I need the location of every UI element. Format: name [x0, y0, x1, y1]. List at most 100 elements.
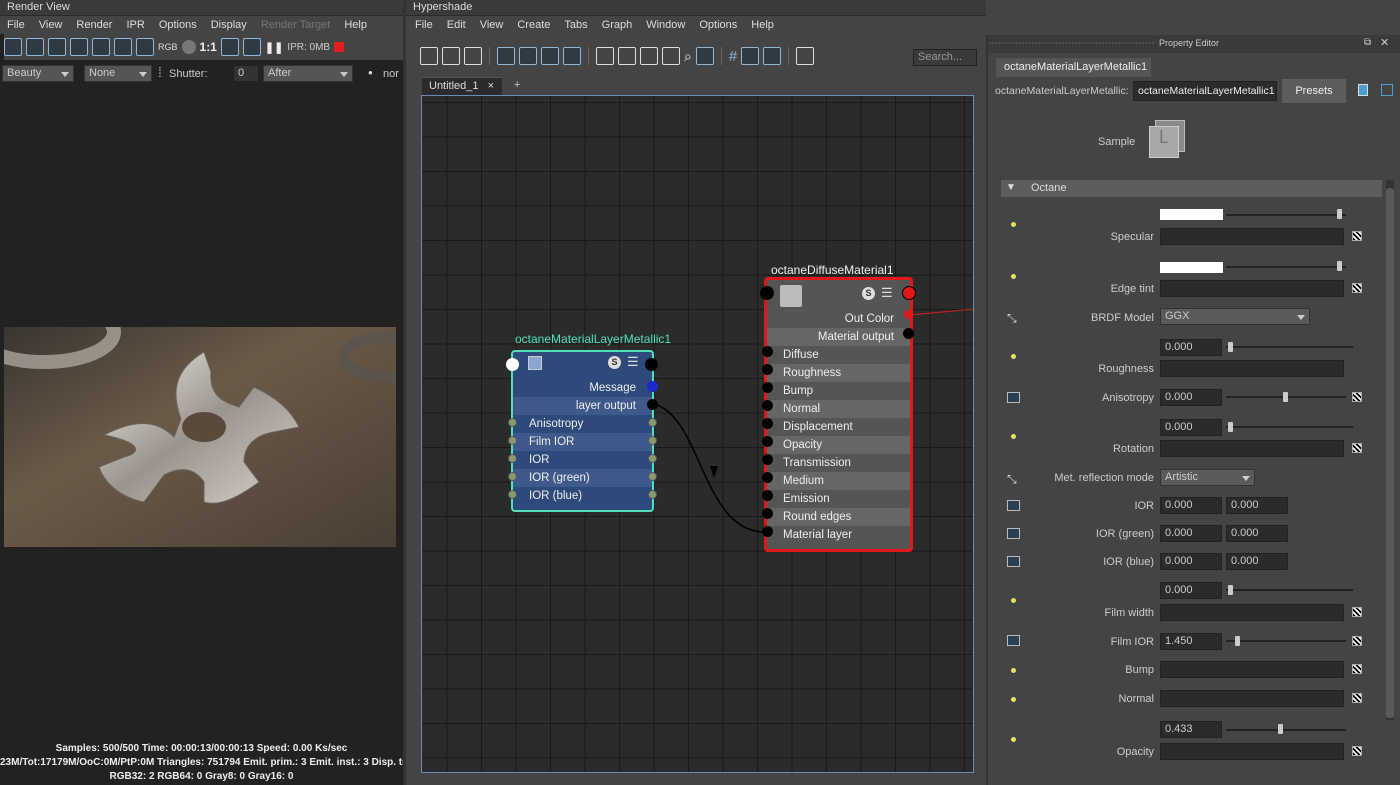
shutter-input[interactable]: 0	[233, 65, 259, 82]
attr-diffuse[interactable]: Diffuse	[767, 346, 910, 364]
specular-slider-knob[interactable]	[1337, 209, 1342, 219]
attr-material-layer[interactable]: Material layer	[767, 526, 910, 544]
edge-tint-map-field[interactable]	[1160, 280, 1344, 297]
add-tab-button[interactable]: +	[514, 79, 520, 91]
diffuse-output-port[interactable]	[902, 286, 916, 300]
ior-green-value-a[interactable]: 0.000	[1160, 525, 1222, 542]
edge-tint-map-button[interactable]	[1352, 283, 1362, 293]
io-connections-icon[interactable]	[442, 47, 460, 65]
remove-selected-icon[interactable]	[519, 47, 537, 65]
normal-map-field[interactable]	[1160, 690, 1344, 707]
alpha-channel-icon[interactable]	[181, 40, 196, 54]
attr-normal[interactable]: Normal	[767, 400, 910, 418]
ior-value-a[interactable]: 0.000	[1160, 497, 1222, 514]
render-icon[interactable]	[26, 38, 44, 56]
menu-help[interactable]: Help	[337, 19, 374, 31]
rearrange-graph-icon[interactable]	[563, 47, 581, 65]
specular-map-button[interactable]	[1352, 231, 1362, 241]
output-connections-icon[interactable]	[464, 47, 482, 65]
diffuse-input-port[interactable]	[760, 286, 774, 300]
render-region-icon[interactable]	[4, 38, 22, 56]
film-width-map-field[interactable]	[1160, 604, 1344, 621]
snapshot-icon[interactable]	[48, 38, 66, 56]
ior-in-port[interactable]	[508, 454, 517, 463]
attr-ior-green[interactable]: IOR (green)	[513, 469, 652, 487]
attr-medium[interactable]: Medium	[767, 472, 910, 490]
diffuse-node-title[interactable]: octaneDiffuseMaterial1	[771, 263, 894, 277]
specular-map-field[interactable]	[1160, 228, 1344, 245]
opacity-slider[interactable]	[1226, 729, 1346, 731]
ior-green-in-port[interactable]	[508, 472, 517, 481]
diffuse-shader-s-icon[interactable]: S	[862, 287, 875, 300]
hs-menu-window[interactable]: Window	[639, 19, 692, 31]
diffuse-node[interactable]: S ☰ Out Color Material output Diffuse Ro…	[764, 277, 913, 552]
simple-mode-icon[interactable]	[596, 47, 614, 65]
ratio-button[interactable]: 1:1	[200, 40, 217, 54]
full-mode-icon[interactable]	[640, 47, 658, 65]
show-attr-icon[interactable]	[1358, 84, 1368, 96]
attr-displacement[interactable]: Displacement	[767, 418, 910, 436]
anisotropy-out-port[interactable]	[648, 418, 657, 427]
attr-anisotropy[interactable]: Anisotropy	[513, 415, 652, 433]
connected-mode-icon[interactable]	[618, 47, 636, 65]
tab-untitled[interactable]: Untitled_1 ×	[422, 77, 502, 95]
frame-image-icon[interactable]	[220, 38, 239, 56]
snap-icon[interactable]	[741, 47, 760, 65]
after-select[interactable]: After	[263, 65, 353, 82]
material-output-port[interactable]	[903, 328, 914, 339]
octane-section-header[interactable]: ▼ Octane	[1001, 180, 1382, 197]
film-width-map-button[interactable]	[1352, 607, 1362, 617]
attr-ior[interactable]: IOR	[513, 451, 652, 469]
film-width-slider[interactable]	[1226, 589, 1353, 591]
panel-splitter[interactable]	[986, 35, 988, 785]
metallic-output-port[interactable]	[645, 358, 658, 371]
attr-film-ior[interactable]: Film IOR	[513, 433, 652, 451]
ipr-render-icon[interactable]	[92, 38, 110, 56]
compare-select[interactable]: None	[84, 65, 152, 82]
attr-opacity[interactable]: Opacity	[767, 436, 910, 454]
tab-close-icon[interactable]: ×	[488, 80, 494, 92]
attr-transmission[interactable]: Transmission	[767, 454, 910, 472]
bump-map-button[interactable]	[1352, 664, 1362, 674]
message-port[interactable]	[647, 381, 658, 392]
diffuse-node-menu-icon[interactable]: ☰	[881, 286, 893, 299]
edge-tint-color-swatch[interactable]	[1160, 262, 1223, 273]
opacity-map-button[interactable]	[1352, 746, 1362, 756]
film-ior-in-port[interactable]	[508, 436, 517, 445]
hs-menu-help[interactable]: Help	[744, 19, 781, 31]
rotation-value-input[interactable]: 0.000	[1160, 419, 1222, 436]
ior-value-b[interactable]: 0.000	[1226, 497, 1288, 514]
normal-map-button[interactable]	[1352, 693, 1362, 703]
display-settings-icon[interactable]	[136, 38, 154, 56]
rotation-map-button[interactable]	[1352, 443, 1362, 453]
refresh-ipr-icon[interactable]	[114, 38, 132, 56]
ior-blue-in-port[interactable]	[508, 490, 517, 499]
attr-round-edges[interactable]: Round edges	[767, 508, 910, 526]
collapse-arrow-icon[interactable]: ▼	[1006, 182, 1016, 193]
anisotropy-value-input[interactable]: 0.000	[1160, 389, 1222, 406]
opacity-slider-knob[interactable]	[1278, 724, 1283, 734]
out-color-port[interactable]	[904, 310, 913, 319]
round-edges-in-port[interactable]	[762, 508, 773, 519]
node-menu-icon[interactable]: ☰	[627, 355, 639, 368]
brdf-select[interactable]: GGX	[1160, 308, 1310, 325]
ior-blue-value-b[interactable]: 0.000	[1226, 553, 1288, 570]
diffuse-in-port[interactable]	[762, 346, 773, 357]
metallic-node[interactable]: S ☰ Message layer output Anisotropy Film…	[511, 350, 654, 512]
film-width-slider-knob[interactable]	[1228, 585, 1233, 595]
hs-menu-create[interactable]: Create	[510, 19, 557, 31]
attr-message[interactable]: Message	[513, 379, 652, 397]
hs-menu-edit[interactable]: Edit	[440, 19, 473, 31]
met-reflection-select[interactable]: Artistic	[1160, 469, 1255, 486]
hypershade-search-input[interactable]: Search...	[913, 49, 977, 66]
swatch-icon[interactable]	[763, 47, 782, 65]
roughness-map-field[interactable]	[1160, 360, 1344, 377]
custom-mode-icon[interactable]	[662, 47, 680, 65]
graph-nodes-icon[interactable]	[541, 47, 559, 65]
attr-ior-blue[interactable]: IOR (blue)	[513, 487, 652, 505]
input-connections-icon[interactable]	[420, 47, 438, 65]
transmission-in-port[interactable]	[762, 454, 773, 465]
specular-slider[interactable]	[1226, 214, 1346, 216]
float-icon[interactable]: ⧉	[1364, 37, 1371, 48]
medium-in-port[interactable]	[762, 472, 773, 483]
